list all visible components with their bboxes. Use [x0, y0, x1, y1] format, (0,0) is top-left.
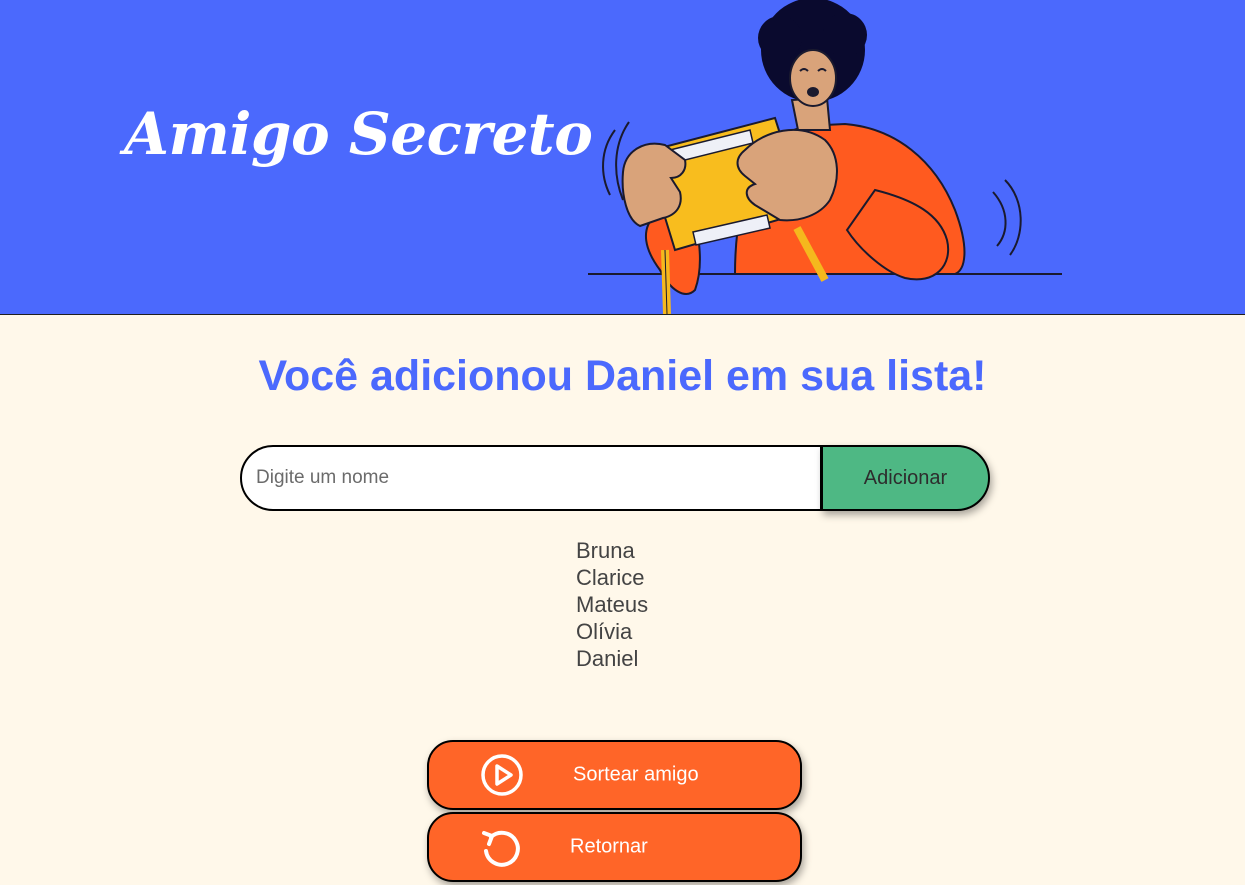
app-header: Amigo Secreto	[0, 0, 1245, 315]
status-heading: Você adicionou Daniel em sua lista!	[258, 352, 987, 400]
app-title: Amigo Secreto	[124, 100, 593, 168]
list-item: Olívia	[576, 619, 633, 644]
return-button[interactable]: Retornar	[427, 812, 802, 882]
list-item: Bruna	[576, 538, 635, 563]
list-item: Mateus	[576, 592, 649, 617]
draw-friend-button[interactable]: Sortear amigo	[427, 740, 802, 810]
play-circle-icon	[481, 754, 523, 796]
add-button[interactable]: Adicionar	[821, 445, 990, 511]
person-shaking-gift-illustration	[588, 0, 1062, 314]
refresh-icon	[482, 830, 520, 867]
draw-friend-label: Sortear amigo	[573, 763, 699, 786]
list-item: Daniel	[576, 646, 639, 671]
friend-list: Bruna Clarice Mateus Olívia Daniel	[576, 537, 648, 672]
name-input[interactable]	[240, 445, 822, 511]
return-label: Retornar	[570, 835, 648, 858]
list-item: Clarice	[576, 565, 645, 590]
add-friend-form: Adicionar	[240, 445, 990, 511]
